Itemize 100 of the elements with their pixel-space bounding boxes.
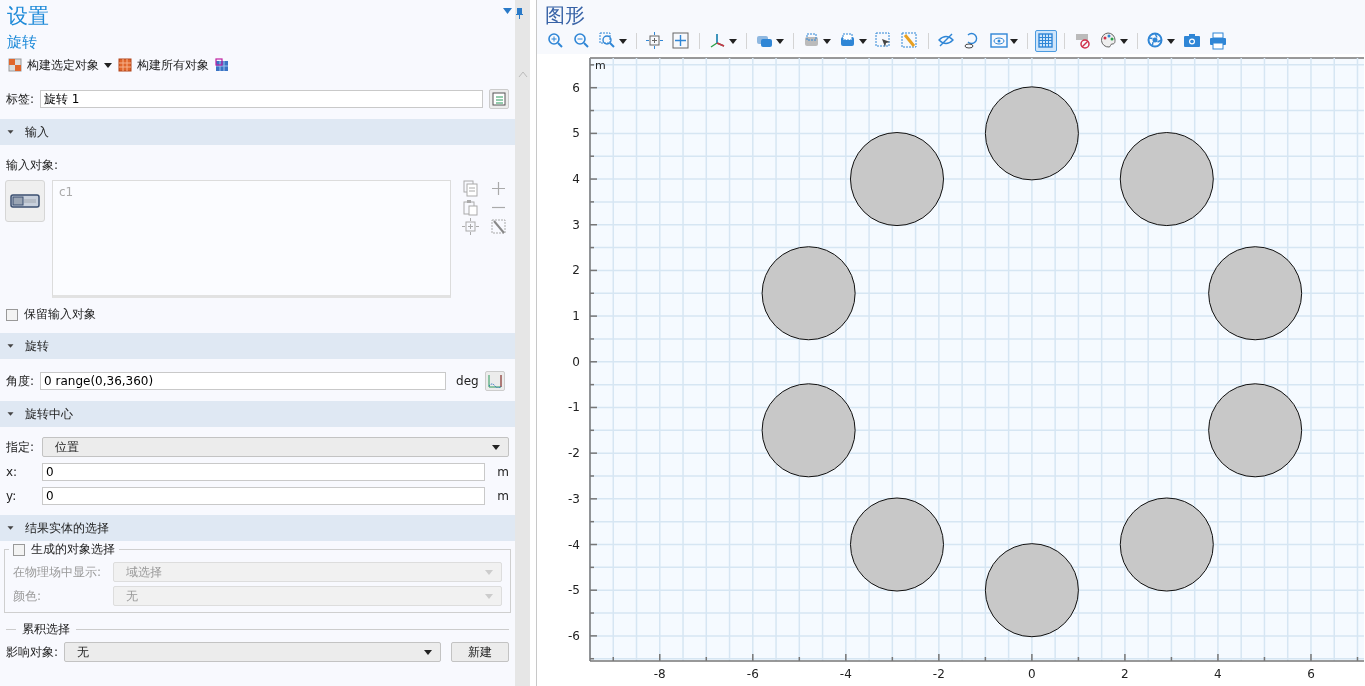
field-label: 角度: [6, 372, 35, 390]
dropdown-icon[interactable] [503, 8, 512, 14]
field-label: 在物理场中显示: [13, 563, 103, 581]
caret-icon [1167, 38, 1175, 44]
list-label: 输入对象: [5, 157, 60, 174]
coordinate-field[interactable]: 0 [42, 487, 485, 505]
caret-icon [492, 444, 500, 450]
tick-label: 5 [572, 126, 580, 141]
contribute-dropdown[interactable]: 无 [64, 642, 441, 662]
section-header[interactable]: 输入 [0, 119, 515, 145]
unit-label: m [496, 465, 509, 479]
caret-icon [729, 38, 737, 44]
tick-label: -4 [568, 537, 580, 552]
add-icon[interactable] [490, 180, 507, 197]
grid-icon [1037, 32, 1055, 50]
toggle-icon [10, 193, 40, 209]
caret-icon [424, 649, 432, 655]
zoom-in-icon [547, 32, 565, 50]
view-icon [990, 32, 1008, 50]
unit-label: m [595, 59, 606, 72]
zoom-selection-icon[interactable] [462, 218, 479, 235]
tick-label: -2 [568, 446, 580, 461]
field-label: y: [6, 489, 18, 503]
tick-label: -4 [839, 667, 852, 681]
clear-icon [901, 32, 919, 50]
tick-label: -1 [568, 400, 580, 415]
tick-label: -3 [568, 491, 580, 506]
fit-button[interactable] [670, 30, 692, 52]
scroll-up-icon [517, 70, 528, 78]
text-icon [492, 92, 506, 106]
blocks-icon[interactable] [215, 58, 229, 72]
caret-icon [1120, 38, 1128, 44]
tick-label: -6 [746, 667, 759, 681]
position-dropdown[interactable]: 位置 [42, 437, 509, 457]
create-selection-checkbox[interactable]: 生成的对象选择 [9, 541, 119, 558]
tick-label: -8 [653, 667, 666, 681]
panel-title: 图形 [544, 2, 586, 28]
tick-label: 2 [1121, 667, 1129, 681]
section-header[interactable]: 旋转 [0, 333, 515, 359]
angle-field[interactable]: 0 range(0,36,360) [40, 372, 447, 390]
coordinate-field[interactable]: 0 [42, 463, 485, 481]
palette-icon [1100, 32, 1118, 50]
tick-label: 1 [572, 309, 580, 324]
zoom-extents-icon [646, 32, 664, 50]
field-label: 指定: [6, 438, 36, 456]
tick-label: 3 [572, 217, 580, 232]
collapse-icon [6, 411, 15, 417]
caret-icon [1010, 38, 1018, 44]
field-label: 颜色: [13, 587, 43, 605]
collapse-icon [6, 525, 15, 531]
field-label: 影响对象: [6, 643, 59, 661]
node-title: 旋转 [6, 32, 38, 53]
grid-button[interactable] [1035, 30, 1057, 52]
copy-icon[interactable] [462, 180, 479, 197]
tick-label: 2 [572, 263, 580, 278]
paste-icon[interactable] [462, 199, 479, 216]
caret-icon [485, 569, 493, 575]
zoom-extents-button[interactable] [644, 30, 666, 52]
selection-toggle-button[interactable] [5, 180, 45, 222]
block-icon [118, 58, 132, 72]
keep-input-checkbox[interactable]: 保留输入对象 [6, 306, 96, 323]
caret-icon [619, 38, 627, 44]
caret-icon [859, 38, 867, 44]
pin-icon[interactable] [516, 8, 523, 19]
section-header[interactable]: 旋转中心 [0, 401, 515, 427]
plot-button[interactable] [484, 371, 505, 391]
collapse-icon [6, 343, 15, 349]
zoom-box-icon [599, 32, 617, 50]
section-header[interactable]: 结果实体的选择 [0, 515, 515, 541]
select-cursor-icon [875, 32, 893, 50]
fit-icon [672, 32, 690, 50]
unit-label: m [496, 489, 509, 503]
camera-icon [1183, 32, 1201, 50]
caret-icon [823, 38, 831, 44]
tick-label: 0 [1028, 667, 1036, 681]
axes-icon [709, 32, 727, 50]
label-field[interactable]: 旋转 1 [40, 90, 483, 108]
new-button[interactable]: 新建 [451, 642, 509, 662]
print-icon [1209, 32, 1227, 50]
toolbar-button[interactable]: 构建选定对象 [8, 56, 112, 74]
print-button[interactable] [1207, 30, 1229, 52]
tick-label: -5 [568, 583, 580, 598]
collapse-icon [6, 129, 15, 135]
field-label: x: [6, 465, 19, 479]
aperture-icon [1147, 32, 1165, 50]
block-icon [8, 58, 22, 72]
plot-icon [487, 374, 502, 388]
group-title: 累积选择 [22, 621, 70, 638]
tick-label: 6 [572, 80, 580, 95]
field-label: 标签: [6, 90, 35, 108]
clear-selection-icon[interactable] [490, 218, 507, 235]
scrollbar[interactable] [515, 0, 530, 686]
tick-label: 4 [1214, 667, 1222, 681]
no-render-icon [1074, 32, 1092, 50]
toolbar-button[interactable]: 构建所有对象 [118, 56, 209, 74]
tick-label: 0 [572, 354, 580, 369]
label-button[interactable] [489, 89, 509, 109]
panel-title: 设置 [6, 3, 50, 30]
tick-label: -6 [568, 628, 580, 643]
tick-label: -2 [932, 667, 945, 681]
